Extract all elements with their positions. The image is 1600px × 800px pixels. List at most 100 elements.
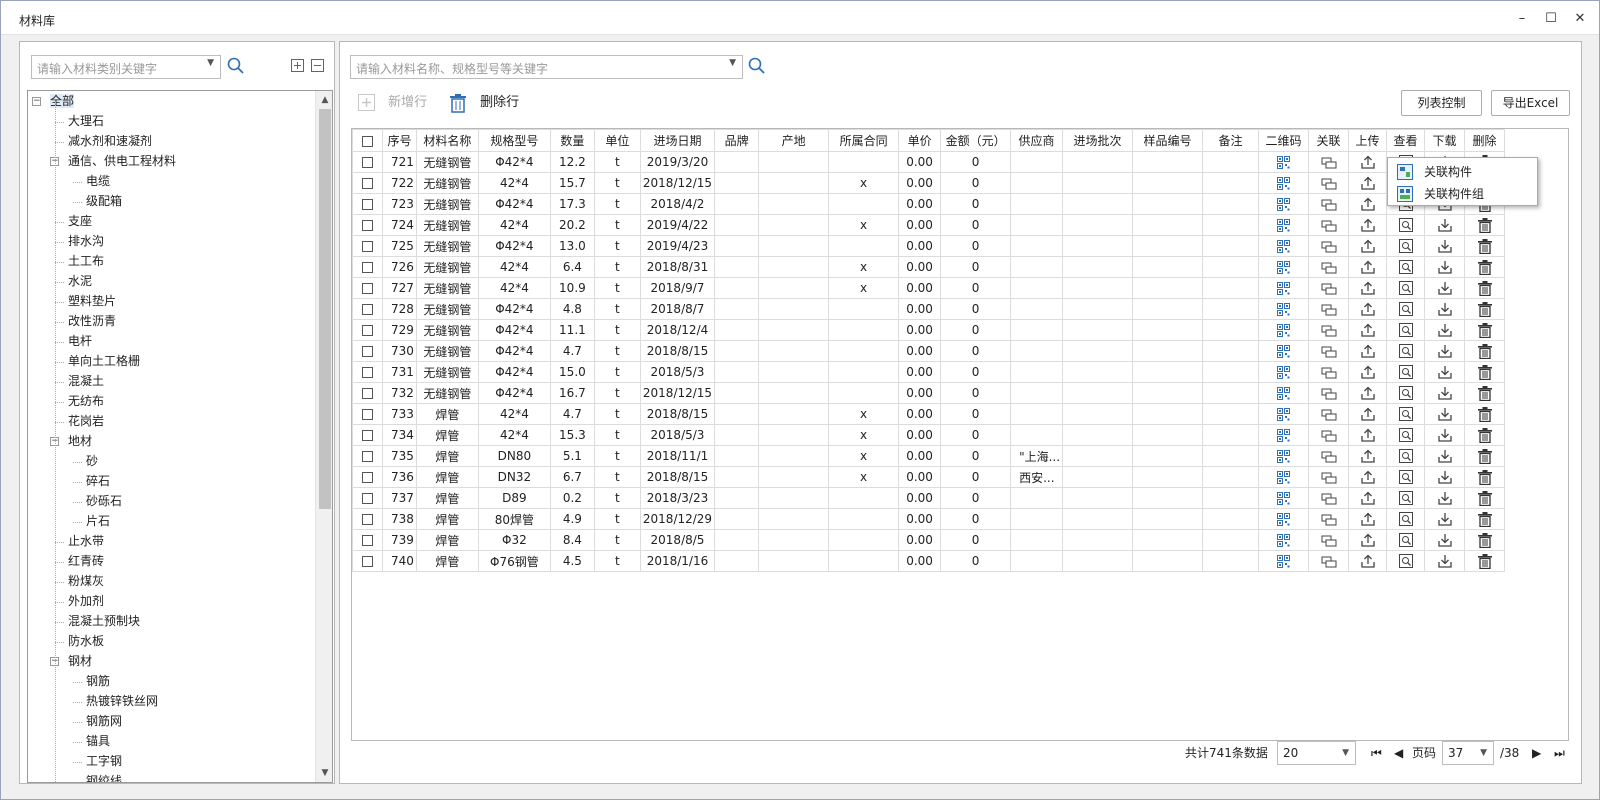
upload-icon[interactable] bbox=[1360, 176, 1375, 190]
tree-item[interactable]: 片石 bbox=[86, 512, 110, 530]
tree-item[interactable]: 钢筋网 bbox=[86, 712, 122, 730]
row-checkbox[interactable] bbox=[362, 283, 373, 294]
qr-code-icon[interactable] bbox=[1277, 177, 1291, 190]
column-header[interactable]: 查看 bbox=[1386, 129, 1426, 152]
scrollbar-thumb[interactable] bbox=[319, 109, 331, 509]
view-icon[interactable] bbox=[1398, 239, 1413, 254]
tree-item[interactable]: 钢筋 bbox=[86, 672, 110, 690]
upload-icon[interactable] bbox=[1360, 365, 1375, 379]
upload-icon[interactable] bbox=[1360, 239, 1375, 253]
link-icon[interactable] bbox=[1321, 472, 1337, 484]
trash-icon[interactable] bbox=[1477, 490, 1492, 506]
trash-icon[interactable] bbox=[1477, 511, 1492, 527]
qr-code-icon[interactable] bbox=[1277, 513, 1291, 526]
view-icon[interactable] bbox=[1398, 218, 1413, 233]
column-header[interactable]: 进场日期 bbox=[639, 129, 716, 152]
column-header[interactable]: 备注 bbox=[1202, 129, 1260, 152]
table-row[interactable]: 735 焊管 DN80 5.1 t 2018/11/1 x 0.00 0 "上海... bbox=[352, 445, 1506, 467]
download-icon[interactable] bbox=[1437, 428, 1452, 442]
qr-code-icon[interactable] bbox=[1277, 219, 1291, 232]
view-icon[interactable] bbox=[1398, 533, 1413, 548]
qr-code-icon[interactable] bbox=[1277, 198, 1291, 211]
view-icon[interactable] bbox=[1398, 344, 1413, 359]
view-icon[interactable] bbox=[1398, 365, 1413, 380]
upload-icon[interactable] bbox=[1360, 491, 1375, 505]
view-icon[interactable] bbox=[1398, 428, 1413, 443]
tree-item[interactable]: 花岗岩 bbox=[68, 412, 104, 430]
link-icon[interactable] bbox=[1321, 283, 1337, 295]
link-icon[interactable] bbox=[1321, 514, 1337, 526]
row-checkbox[interactable] bbox=[362, 262, 373, 273]
link-icon[interactable] bbox=[1321, 430, 1337, 442]
view-icon[interactable] bbox=[1398, 470, 1413, 485]
chevron-down-icon[interactable]: ▼ bbox=[729, 58, 736, 68]
upload-icon[interactable] bbox=[1360, 155, 1375, 169]
trash-icon[interactable] bbox=[1477, 238, 1492, 254]
column-header[interactable]: 材料名称 bbox=[415, 129, 479, 152]
trash-icon[interactable] bbox=[1477, 448, 1492, 464]
minimize-button[interactable]: – bbox=[1510, 7, 1534, 31]
table-row[interactable]: 726 无缝钢管 42*4 6.4 t 2018/8/31 x 0.00 0 bbox=[352, 256, 1506, 278]
link-icon[interactable] bbox=[1321, 220, 1337, 232]
tree-item[interactable]: 混凝土 bbox=[68, 372, 104, 390]
row-checkbox[interactable] bbox=[362, 472, 373, 483]
column-header[interactable]: 供应商 bbox=[1010, 129, 1064, 152]
upload-icon[interactable] bbox=[1360, 218, 1375, 232]
link-icon[interactable] bbox=[1321, 388, 1337, 400]
trash-icon[interactable] bbox=[1477, 385, 1492, 401]
qr-code-icon[interactable] bbox=[1277, 429, 1291, 442]
qr-code-icon[interactable] bbox=[1277, 450, 1291, 463]
view-icon[interactable] bbox=[1398, 281, 1413, 296]
download-icon[interactable] bbox=[1437, 260, 1452, 274]
download-icon[interactable] bbox=[1437, 218, 1452, 232]
column-header[interactable]: 下载 bbox=[1424, 129, 1466, 152]
table-row[interactable]: 724 无缝钢管 42*4 20.2 t 2019/4/22 x 0.00 0 bbox=[352, 214, 1506, 236]
table-row[interactable]: 736 焊管 DN32 6.7 t 2018/8/15 x 0.00 0 西安... bbox=[352, 466, 1506, 488]
tree-item[interactable]: 改性沥青 bbox=[68, 312, 116, 330]
table-row[interactable]: 740 焊管 Φ76钢管 4.5 t 2018/1/16 0.00 0 bbox=[352, 550, 1506, 572]
tree-item[interactable]: 工字钢 bbox=[86, 752, 122, 770]
qr-code-icon[interactable] bbox=[1277, 471, 1291, 484]
download-icon[interactable] bbox=[1437, 344, 1452, 358]
qr-code-icon[interactable] bbox=[1277, 303, 1291, 316]
tree-item[interactable]: 支座 bbox=[68, 212, 92, 230]
tree-item[interactable]: 土工布 bbox=[68, 252, 104, 270]
maximize-button[interactable]: ☐ bbox=[1539, 7, 1563, 31]
view-icon[interactable] bbox=[1398, 512, 1413, 527]
column-header[interactable]: 金额（元） bbox=[940, 129, 1012, 152]
link-icon[interactable] bbox=[1321, 241, 1337, 253]
trash-icon[interactable] bbox=[1477, 280, 1492, 296]
download-icon[interactable] bbox=[1437, 365, 1452, 379]
scroll-down-icon[interactable]: ▼ bbox=[316, 764, 332, 782]
row-checkbox[interactable] bbox=[362, 514, 373, 525]
search-icon[interactable] bbox=[227, 57, 245, 75]
tree-item[interactable]: 钢材 bbox=[68, 652, 92, 670]
table-row[interactable]: 723 无缝钢管 Φ42*4 17.3 t 2018/4/2 0.00 0 bbox=[352, 193, 1506, 215]
tree-item[interactable]: 全部 bbox=[50, 92, 75, 110]
collapse-all-icon[interactable] bbox=[311, 59, 325, 73]
table-row[interactable]: 728 无缝钢管 Φ42*4 4.8 t 2018/8/7 0.00 0 bbox=[352, 298, 1506, 320]
upload-icon[interactable] bbox=[1360, 533, 1375, 547]
download-icon[interactable] bbox=[1437, 512, 1452, 526]
tree-item[interactable]: 大理石 bbox=[68, 112, 104, 130]
scroll-up-icon[interactable]: ▲ bbox=[316, 91, 332, 109]
qr-code-icon[interactable] bbox=[1277, 282, 1291, 295]
link-icon[interactable] bbox=[1321, 493, 1337, 505]
download-icon[interactable] bbox=[1437, 386, 1452, 400]
download-icon[interactable] bbox=[1437, 302, 1452, 316]
column-header[interactable]: 上传 bbox=[1348, 129, 1388, 152]
tree-item[interactable]: 防水板 bbox=[68, 632, 104, 650]
page-size-select[interactable]: 20 ▼ bbox=[1277, 741, 1356, 765]
link-icon[interactable] bbox=[1321, 535, 1337, 547]
tree-item[interactable]: 电杆 bbox=[68, 332, 92, 350]
row-checkbox[interactable] bbox=[362, 241, 373, 252]
tree-item[interactable]: 外加剂 bbox=[68, 592, 104, 610]
page-number-select[interactable]: 37 ▼ bbox=[1442, 741, 1494, 765]
row-checkbox[interactable] bbox=[362, 409, 373, 420]
trash-icon[interactable] bbox=[1477, 364, 1492, 380]
qr-code-icon[interactable] bbox=[1277, 408, 1291, 421]
download-icon[interactable] bbox=[1437, 554, 1452, 568]
trash-icon[interactable] bbox=[1477, 217, 1492, 233]
table-row[interactable]: 725 无缝钢管 Φ42*4 13.0 t 2019/4/23 0.00 0 bbox=[352, 235, 1506, 257]
qr-code-icon[interactable] bbox=[1277, 492, 1291, 505]
